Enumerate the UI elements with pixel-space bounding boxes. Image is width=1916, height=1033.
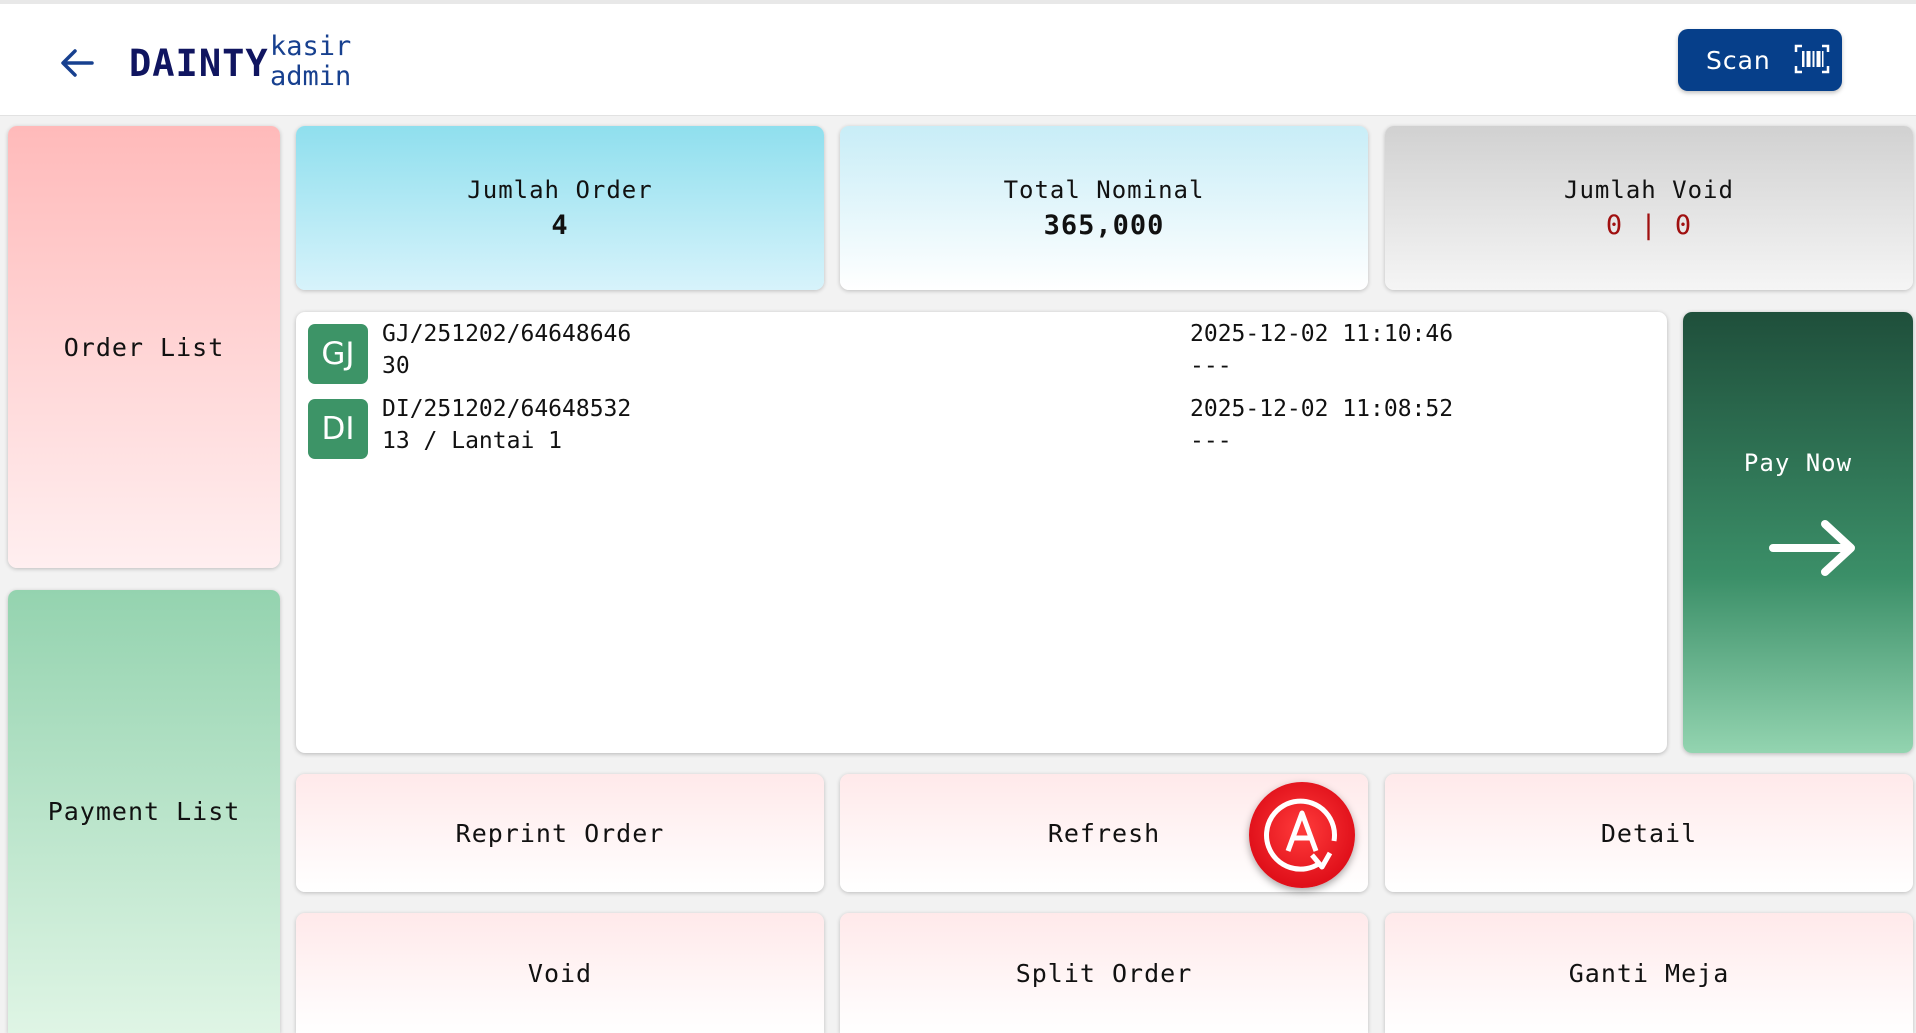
order-list-label: Order List — [63, 332, 225, 362]
order-code: GJ/251202/64648646 — [382, 321, 632, 347]
total-nominal-value: 365,000 — [1043, 209, 1165, 241]
ganti-meja-button[interactable]: Ganti Meja — [1385, 913, 1913, 1033]
order-list-panel[interactable]: GJ GJ/251202/64648646 30 2025-12-02 11:1… — [296, 312, 1667, 753]
scan-button[interactable]: Scan — [1678, 29, 1842, 91]
order-row[interactable]: DI DI/251202/64648532 13 / Lantai 1 2025… — [302, 393, 1652, 463]
user-role: kasir admin — [270, 32, 351, 92]
barcode-icon — [1794, 44, 1830, 74]
auto-rotate-icon — [1264, 798, 1337, 872]
pay-now-button[interactable]: Pay Now — [1683, 312, 1913, 753]
order-note: --- — [1190, 428, 1232, 454]
void-label: Void — [527, 958, 593, 988]
order-type-badge: GJ — [308, 324, 368, 384]
order-count-label: Jumlah Order — [467, 175, 653, 204]
refresh-label: Refresh — [1047, 818, 1161, 848]
payment-list-button[interactable]: Payment List — [8, 590, 280, 1033]
split-order-button[interactable]: Split Order — [840, 913, 1368, 1033]
order-row[interactable]: GJ GJ/251202/64648646 30 2025-12-02 11:1… — [302, 318, 1652, 388]
order-note: --- — [1190, 353, 1232, 379]
detail-button[interactable]: Detail — [1385, 774, 1913, 892]
role-line-1: kasir — [270, 31, 352, 62]
scan-button-label: Scan — [1706, 45, 1771, 75]
void-count-card: Jumlah Void 0 | 0 — [1385, 126, 1913, 290]
payment-list-label: Payment List — [47, 797, 241, 826]
order-count-value: 4 — [551, 209, 569, 241]
reprint-order-button[interactable]: Reprint Order — [296, 774, 824, 892]
ganti-meja-label: Ganti Meja — [1568, 958, 1730, 988]
order-table: 13 / Lantai 1 — [382, 428, 563, 454]
order-time: 2025-12-02 11:10:46 — [1190, 321, 1454, 347]
total-nominal-label: Total Nominal — [1003, 175, 1205, 204]
back-button[interactable] — [52, 38, 102, 88]
order-time: 2025-12-02 11:08:52 — [1190, 396, 1454, 422]
role-line-2: admin — [270, 61, 352, 92]
pay-now-label: Pay Now — [1743, 449, 1853, 477]
order-list-button[interactable]: Order List — [8, 126, 280, 568]
app-header: DAINTY kasir admin Scan — [0, 4, 1916, 116]
void-count-label: Jumlah Void — [1564, 175, 1734, 204]
total-nominal-card: Total Nominal 365,000 — [840, 126, 1368, 290]
reprint-order-label: Reprint Order — [455, 818, 665, 848]
order-code: DI/251202/64648532 — [382, 396, 632, 422]
brand-name: DAINTY — [129, 42, 269, 85]
detail-label: Detail — [1600, 818, 1698, 848]
order-table: 30 — [382, 353, 410, 379]
void-count-value: 0 | 0 — [1605, 209, 1693, 241]
order-type-badge: DI — [308, 399, 368, 459]
split-order-label: Split Order — [1015, 958, 1193, 988]
order-count-card: Jumlah Order 4 — [296, 126, 824, 290]
arrow-left-icon — [61, 49, 94, 77]
arrow-right-icon — [1769, 520, 1855, 576]
auto-rotate-fab[interactable] — [1249, 782, 1355, 888]
void-button[interactable]: Void — [296, 913, 824, 1033]
